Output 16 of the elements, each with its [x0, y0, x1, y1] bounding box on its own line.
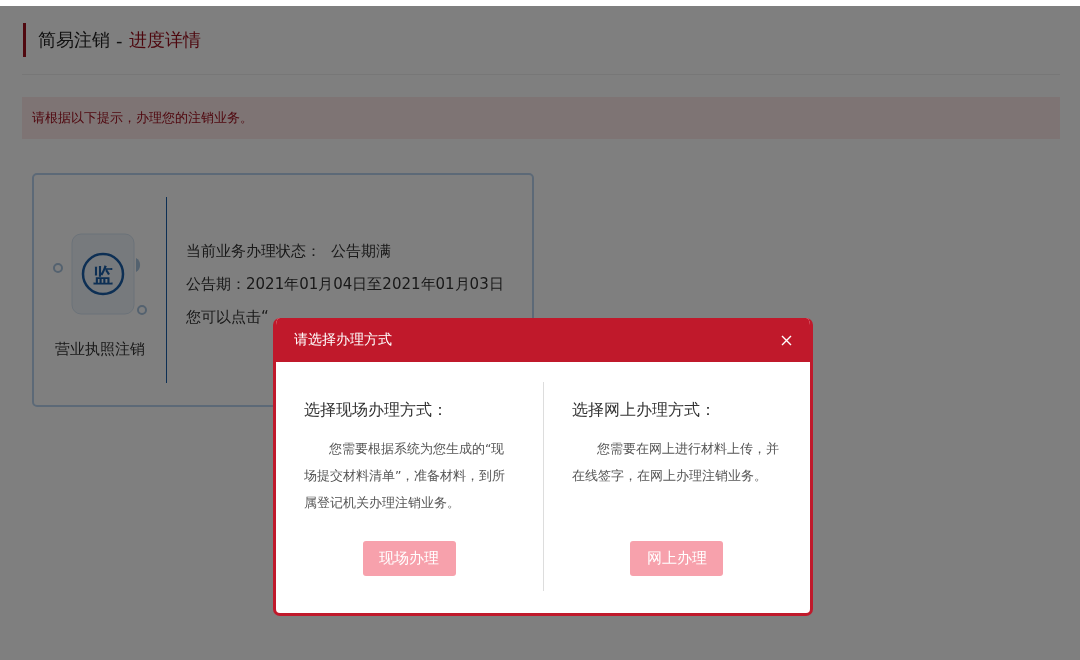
hint-banner: 请根据以下提示，办理您的注销业务。	[22, 97, 1060, 139]
option-description: 您需要根据系统为您生成的“现场提交材料清单”，准备材料，到所属登记机关办理注销业务。	[304, 440, 507, 512]
choose-button[interactable]: 现场办理	[362, 541, 456, 576]
close-icon[interactable]	[781, 334, 792, 346]
status-line: 公告期：2021年01月04日至2021年01月03日	[186, 273, 504, 295]
status-line: 当前业务办理状态： 公告期满	[186, 240, 392, 262]
page-title: 简易注销	[38, 28, 110, 52]
card-label: 营业执照注销	[55, 339, 145, 359]
option-description: 您需要在网上进行材料上传，并在线签字，在网上办理注销业务。	[571, 440, 780, 485]
title-separator: -	[116, 29, 123, 51]
choose-button[interactable]: 网上办理	[630, 541, 724, 576]
dialog-title: 请选择办理方式	[294, 331, 392, 349]
option-heading: 选择现场办理方式：	[304, 400, 449, 421]
page-subtitle: 进度详情	[128, 28, 201, 52]
option-heading: 选择网上办理方式：	[571, 400, 717, 421]
status-line: 您可以点击“	[186, 306, 270, 328]
